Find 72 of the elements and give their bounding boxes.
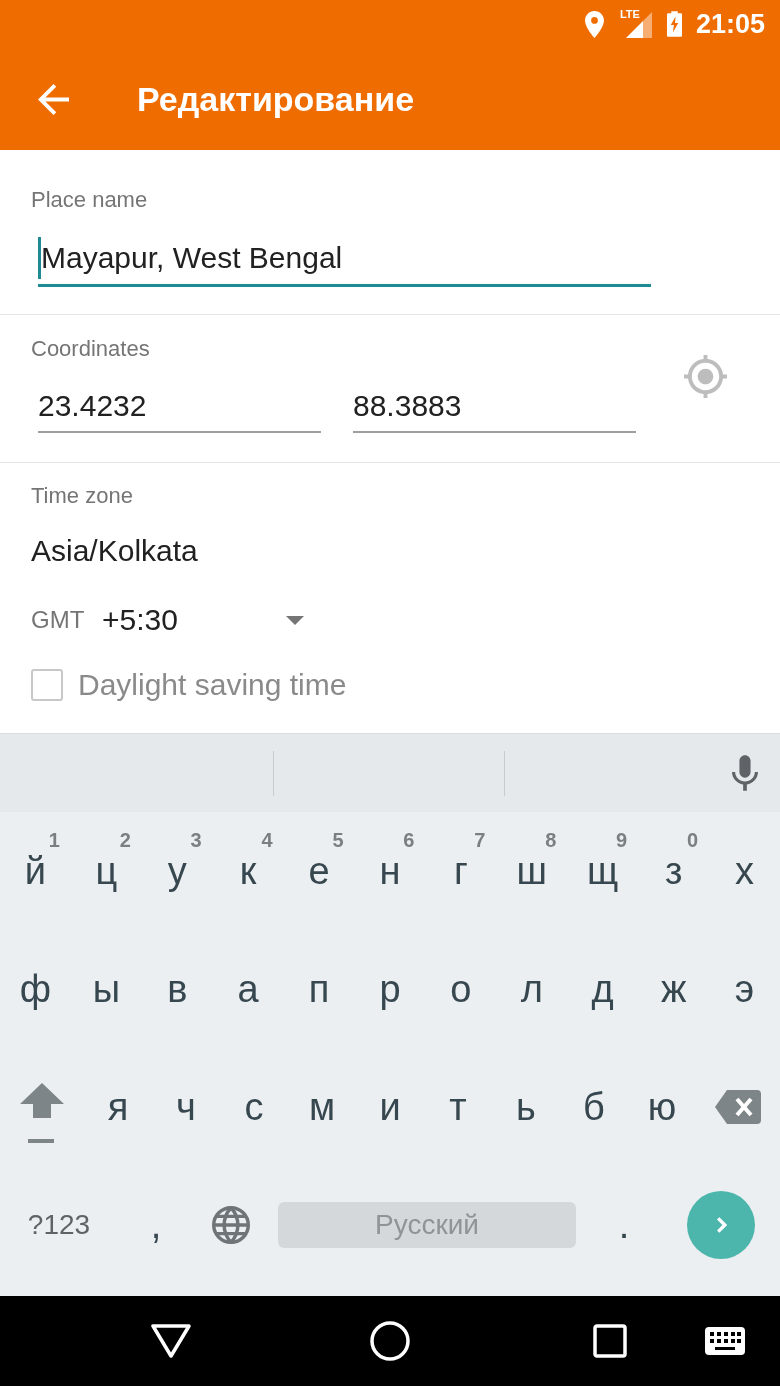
keyboard-key[interactable]: . xyxy=(586,1166,662,1284)
gmt-label: GMT xyxy=(31,608,86,632)
keyboard-key[interactable]: а xyxy=(212,930,284,1048)
text-cursor xyxy=(38,237,41,279)
keyboard-key[interactable]: ю xyxy=(628,1048,696,1166)
field-label: Place name xyxy=(31,186,149,214)
number-hint: 7 xyxy=(474,830,486,850)
keyboard-key[interactable]: я xyxy=(84,1048,152,1166)
keyboard-key[interactable]: г 7 xyxy=(425,812,497,930)
recents-square-icon[interactable] xyxy=(593,1324,627,1358)
checkbox-label: Daylight saving time xyxy=(78,670,347,700)
backspace-icon xyxy=(715,1090,761,1124)
location-pin-icon xyxy=(584,10,604,38)
shift-arrow-icon xyxy=(20,1083,64,1143)
keyboard-key[interactable]: н 6 xyxy=(354,812,426,930)
back-triangle-icon[interactable] xyxy=(151,1324,191,1358)
home-circle-icon[interactable] xyxy=(370,1321,410,1361)
keyboard-key[interactable]: з 0 xyxy=(638,812,710,930)
dropdown-caret-icon xyxy=(286,615,304,625)
keyboard-key[interactable]: д xyxy=(567,930,639,1048)
keyboard-key[interactable]: э xyxy=(709,930,780,1048)
number-hint: 4 xyxy=(261,830,273,850)
keyboard-key[interactable]: ф xyxy=(0,930,71,1048)
keyboard-key[interactable]: и xyxy=(356,1048,424,1166)
keyboard-key[interactable]: ь xyxy=(492,1048,560,1166)
offset-dropdown[interactable]: +5:30 xyxy=(102,598,308,642)
keyboard-key[interactable]: к 4 xyxy=(212,812,284,930)
keyboard-key[interactable]: ж xyxy=(638,930,710,1048)
number-hint: 0 xyxy=(686,830,699,850)
keyboard-key[interactable]: м xyxy=(288,1048,356,1166)
number-hint: 6 xyxy=(403,830,415,850)
number-hint: 1 xyxy=(48,830,60,850)
field-label: Time zone xyxy=(31,482,134,510)
network-type: LTE xyxy=(619,9,640,20)
keyboard-key[interactable]: е 5 xyxy=(283,812,355,930)
checkbox[interactable] xyxy=(31,669,63,701)
keyboard-icon[interactable] xyxy=(705,1327,745,1355)
coordinate-field[interactable]: 23.4232 xyxy=(38,381,321,433)
number-hint: 3 xyxy=(190,830,202,850)
keyboard-key[interactable]: т xyxy=(424,1048,492,1166)
keyboard-key[interactable]: ч xyxy=(152,1048,220,1166)
globe-icon xyxy=(212,1206,250,1244)
keyboard-key[interactable]: щ 9 xyxy=(567,812,639,930)
coordinate-field[interactable]: 88.3883 xyxy=(353,381,636,433)
keyboard-key[interactable]: б xyxy=(560,1048,628,1166)
chevron-right-icon xyxy=(715,1216,727,1234)
symbols-key[interactable]: ?123 xyxy=(0,1166,118,1284)
keyboard-key[interactable]: х xyxy=(709,812,780,930)
back-arrow-icon[interactable] xyxy=(38,83,69,115)
screen-title: Редактирование xyxy=(137,82,415,116)
keyboard-key[interactable]: л xyxy=(496,930,568,1048)
number-hint: 8 xyxy=(545,830,557,850)
number-hint: 2 xyxy=(119,830,131,850)
keyboard-key[interactable]: в xyxy=(141,930,213,1048)
keyboard-key[interactable]: р xyxy=(354,930,426,1048)
number-hint: 9 xyxy=(616,830,628,850)
number-hint: 5 xyxy=(332,830,344,850)
keyboard-key[interactable]: о xyxy=(425,930,497,1048)
microphone-icon[interactable] xyxy=(732,755,758,791)
time-zone-name[interactable]: Asia/Kolkata xyxy=(31,533,198,569)
keyboard-key[interactable]: у 3 xyxy=(141,812,213,930)
battery-charging-icon xyxy=(666,11,682,37)
keyboard-key[interactable]: ы xyxy=(70,930,142,1048)
keyboard-key[interactable]: п xyxy=(283,930,355,1048)
clock-time: 21:05 xyxy=(695,10,765,38)
keyboard-key[interactable]: с xyxy=(220,1048,288,1166)
field-label: Coordinates xyxy=(31,335,151,363)
keyboard-key[interactable]: ш 8 xyxy=(496,812,568,930)
keyboard-key[interactable]: ц 2 xyxy=(70,812,142,930)
keyboard-key[interactable]: , xyxy=(118,1166,194,1284)
keyboard-key[interactable]: й 1 xyxy=(0,812,71,930)
place-name-field[interactable]: Mayapur, West Bengal xyxy=(38,232,651,287)
